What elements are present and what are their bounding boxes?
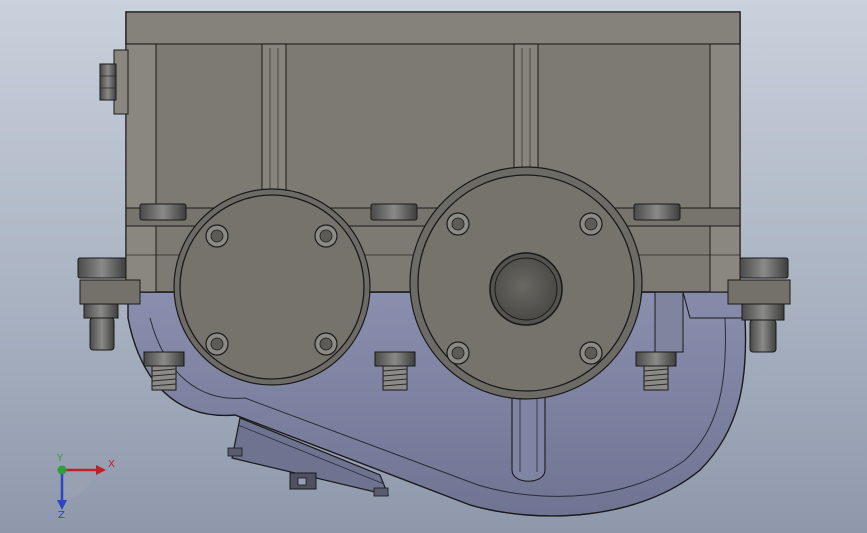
side-plug — [99, 49, 129, 115]
y-axis-dot — [57, 465, 67, 475]
axis-triad: X Y Z — [56, 453, 115, 518]
gearbox-model[interactable] — [0, 0, 867, 533]
bearing-cover-left — [173, 188, 371, 386]
z-arrow-icon — [57, 500, 67, 510]
z-axis-label: Z — [58, 510, 65, 518]
cad-viewport[interactable]: X Y Z — [0, 0, 867, 533]
y-axis-label: Y — [56, 453, 64, 464]
x-arrow-icon — [96, 465, 106, 475]
x-axis-label: X — [108, 459, 115, 470]
bearing-cover-right — [409, 166, 643, 400]
